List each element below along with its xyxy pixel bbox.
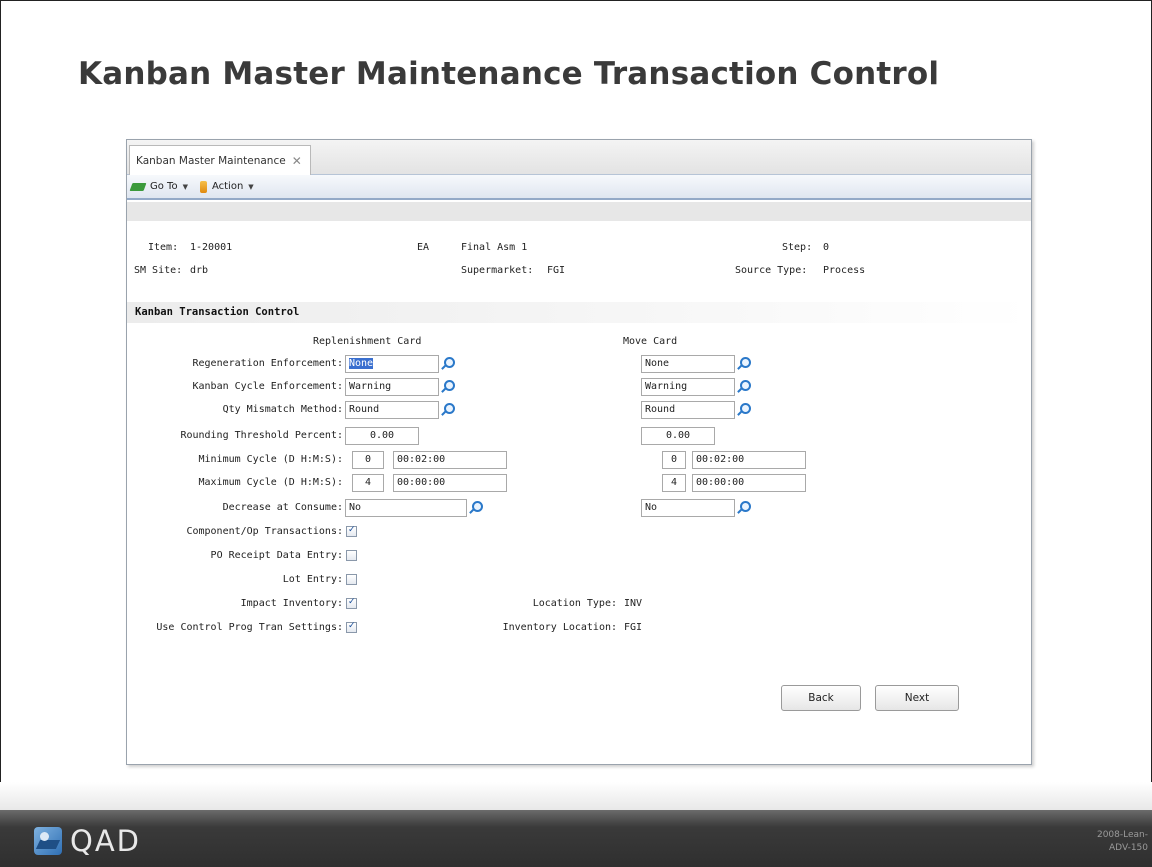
qad-logo-text: QAD (70, 824, 141, 858)
kanban-cycle-enforcement-label: Kanban Cycle Enforcement: (192, 381, 343, 392)
supermarket-label: Supermarket: (461, 265, 534, 276)
qad-logo-icon (34, 827, 62, 855)
step-value: 0 (823, 242, 830, 253)
decrease-at-consume-rep-input[interactable]: No (345, 499, 467, 517)
item-value: 1-20001 (190, 242, 233, 253)
action-icon (199, 180, 207, 193)
rounding-threshold-label: Rounding Threshold Percent: (180, 430, 343, 441)
slide-title: Kanban Master Maintenance Transaction Co… (78, 56, 940, 92)
header-band (127, 202, 1031, 221)
location-type-label: Location Type: (532, 598, 617, 609)
footer-fade (0, 782, 1152, 810)
regeneration-enforcement-label: Regeneration Enforcement: (192, 358, 343, 369)
source-type-value: Process (823, 265, 866, 276)
chevron-down-icon: ▼ (182, 182, 188, 191)
impact-inventory-checkbox[interactable] (346, 597, 357, 609)
search-icon[interactable] (440, 357, 455, 371)
maximum-cycle-move-time-input[interactable]: 00:00:00 (692, 474, 806, 492)
tab-bar: Kanban Master Maintenance ✕ (127, 140, 1031, 176)
close-icon[interactable]: ✕ (292, 154, 302, 168)
chevron-down-icon: ▼ (248, 182, 254, 191)
impact-inventory-label: Impact Inventory: (240, 598, 343, 609)
po-receipt-data-entry-checkbox[interactable] (346, 550, 357, 561)
inventory-location-label: Inventory Location: (502, 622, 617, 633)
lot-entry-checkbox[interactable] (346, 574, 357, 585)
search-icon[interactable] (440, 403, 455, 417)
decrease-at-consume-label: Decrease at Consume: (222, 502, 343, 513)
regeneration-enforcement-move-input[interactable]: None (641, 355, 735, 373)
rounding-threshold-move-input[interactable]: 0.00 (641, 427, 715, 445)
action-label: Action (211, 181, 244, 192)
site-value: drb (190, 265, 209, 276)
minimum-cycle-label: Minimum Cycle (D H:M:S): (198, 454, 344, 465)
kanban-cycle-enforcement-move-input[interactable]: Warning (641, 378, 735, 396)
location-type-value: INV (624, 598, 643, 609)
search-icon[interactable] (736, 501, 751, 515)
goto-icon (129, 182, 147, 191)
replenishment-card-heading: Replenishment Card (313, 336, 422, 347)
minimum-cycle-move-time-input[interactable]: 00:02:00 (692, 451, 806, 469)
site-label: SM Site: (134, 265, 183, 276)
goto-menu[interactable]: Go To ▼ (129, 181, 188, 192)
regeneration-enforcement-rep-value: None (349, 358, 374, 369)
component-op-transactions-label: Component/Op Transactions: (186, 526, 343, 537)
item-description: Final Asm 1 (461, 242, 528, 253)
search-icon[interactable] (468, 501, 483, 515)
minimum-cycle-move-days-input[interactable]: 0 (662, 451, 686, 469)
toolbar: Go To ▼ Action ▼ (127, 175, 1031, 200)
source-type-label: Source Type: (735, 265, 808, 276)
minimum-cycle-rep-days-input[interactable]: 0 (352, 451, 384, 469)
kanban-cycle-enforcement-rep-input[interactable]: Warning (345, 378, 439, 396)
step-label: Step: (782, 242, 813, 253)
maximum-cycle-move-days-input[interactable]: 4 (662, 474, 686, 492)
decrease-at-consume-move-input[interactable]: No (641, 499, 735, 517)
minimum-cycle-rep-time-input[interactable]: 00:02:00 (393, 451, 507, 469)
use-control-prog-tran-settings-label: Use Control Prog Tran Settings: (156, 622, 343, 633)
move-card-heading: Move Card (623, 336, 678, 347)
maximum-cycle-label: Maximum Cycle (D H:M:S): (198, 477, 344, 488)
footer (0, 810, 1152, 867)
search-icon[interactable] (440, 380, 455, 394)
lot-entry-label: Lot Entry: (282, 574, 343, 585)
qty-mismatch-method-rep-input[interactable]: Round (345, 401, 439, 419)
component-op-transactions-checkbox[interactable] (346, 525, 357, 537)
um-value: EA (417, 242, 430, 253)
qty-mismatch-method-move-input[interactable]: Round (641, 401, 735, 419)
back-button[interactable]: Back (781, 685, 861, 711)
rounding-threshold-rep-input[interactable]: 0.00 (345, 427, 419, 445)
po-receipt-data-entry-label: PO Receipt Data Entry: (210, 550, 343, 561)
inventory-location-value: FGI (624, 622, 643, 633)
action-menu[interactable]: Action ▼ (199, 180, 254, 193)
search-icon[interactable] (736, 403, 751, 417)
next-button[interactable]: Next (875, 685, 959, 711)
app-window: Kanban Master Maintenance ✕ Go To ▼ Acti… (126, 139, 1032, 765)
search-icon[interactable] (736, 357, 751, 371)
regeneration-enforcement-rep-input[interactable]: None (345, 355, 439, 373)
maximum-cycle-rep-time-input[interactable]: 00:00:00 (393, 474, 507, 492)
qad-logo: QAD (34, 824, 141, 858)
footer-code-line2: ADV-150 (1109, 843, 1148, 853)
tab-kanban-master-maintenance[interactable]: Kanban Master Maintenance ✕ (129, 145, 311, 176)
maximum-cycle-rep-days-input[interactable]: 4 (352, 474, 384, 492)
tab-label: Kanban Master Maintenance (136, 155, 286, 167)
use-control-prog-tran-settings-checkbox[interactable] (346, 621, 357, 633)
section-title: Kanban Transaction Control (135, 306, 300, 318)
footer-code-line1: 2008-Lean- (1096, 830, 1148, 840)
footer-code: 2008-Lean- ADV-150 (1097, 829, 1148, 855)
goto-label: Go To (150, 181, 178, 192)
supermarket-value: FGI (547, 265, 566, 276)
qty-mismatch-method-label: Qty Mismatch Method: (222, 404, 343, 415)
item-label: Item: (148, 242, 179, 253)
search-icon[interactable] (736, 380, 751, 394)
